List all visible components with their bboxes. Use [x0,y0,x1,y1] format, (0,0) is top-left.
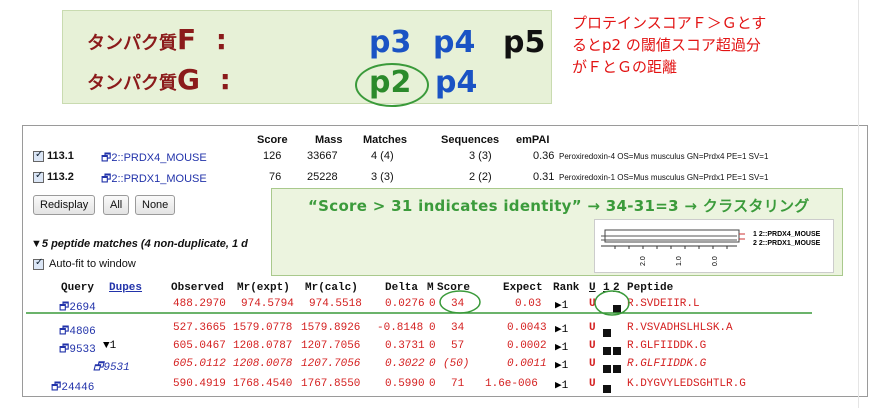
score-highlight-ellipse [439,290,481,314]
annotation-overlay [26,0,859,408]
column2-highlight-ellipse [594,290,630,316]
right-divider [858,0,859,408]
